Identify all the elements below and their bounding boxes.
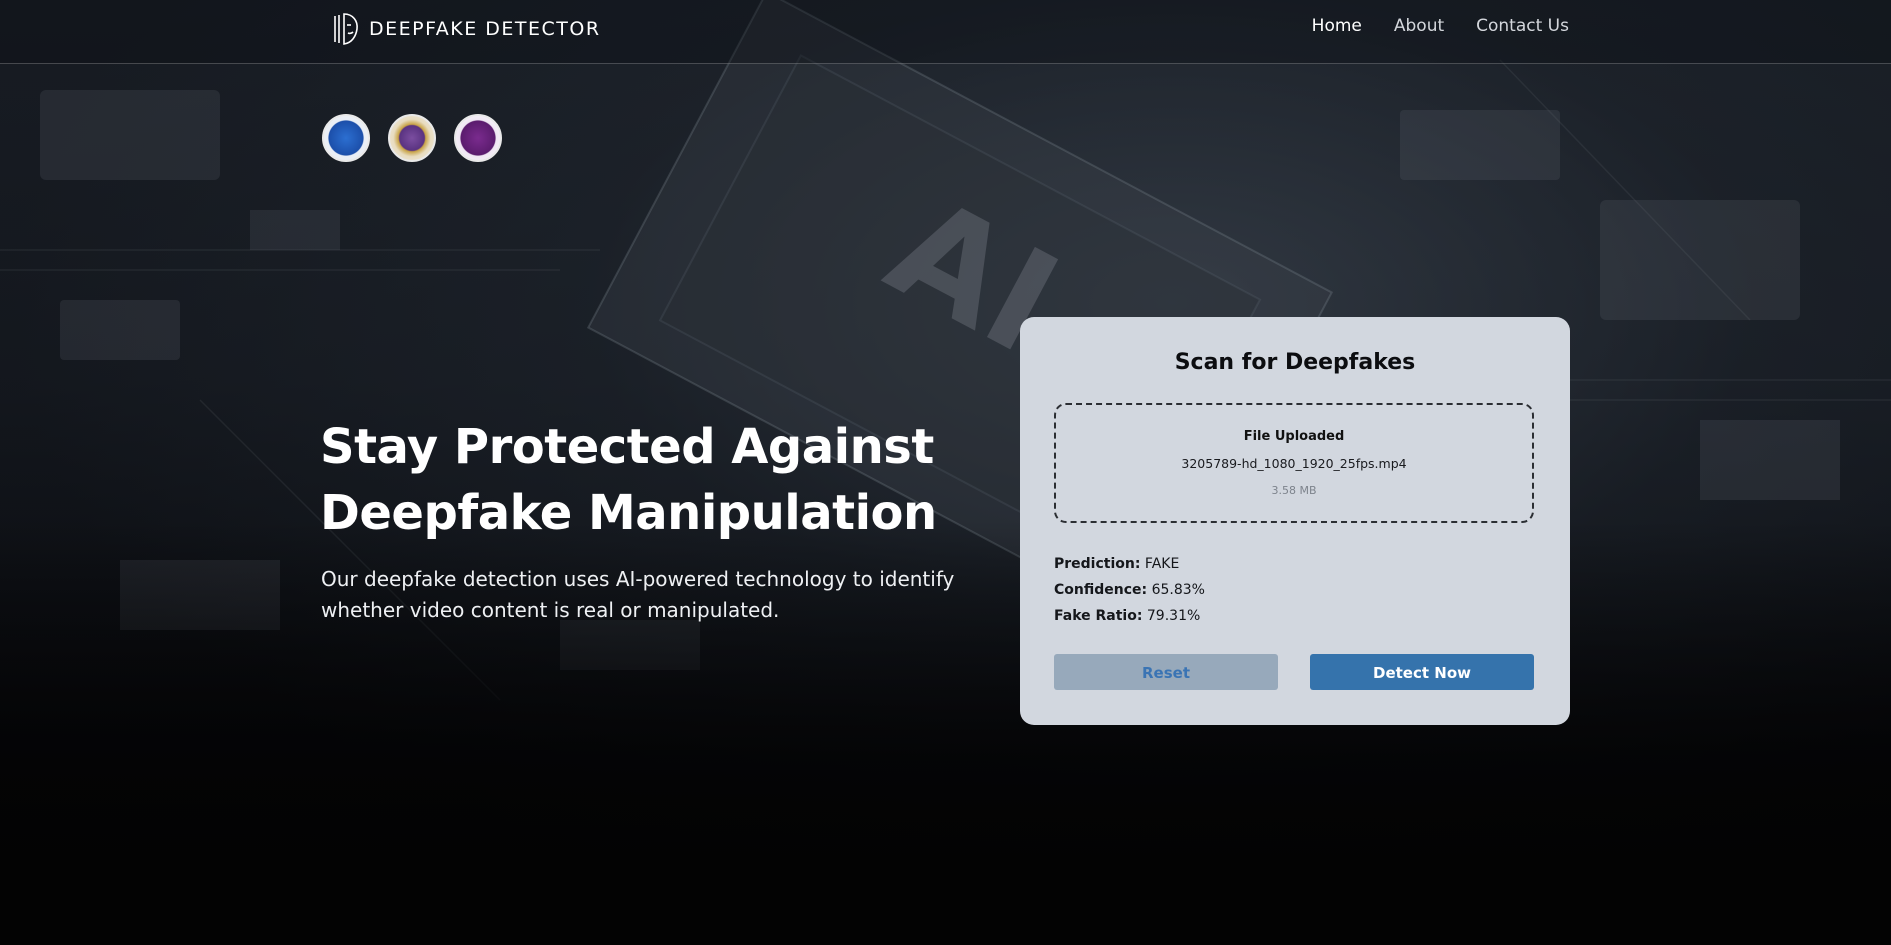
fake-ratio-label: Fake Ratio:: [1054, 608, 1143, 624]
university-seal-blue-icon: [322, 114, 370, 162]
file-dropzone[interactable]: File Uploaded 3205789-hd_1080_1920_25fps…: [1054, 403, 1534, 523]
upload-status-label: File Uploaded: [1243, 429, 1345, 444]
institution-logos: [322, 114, 502, 162]
hero-subtitle: Our deepfake detection uses AI-powered t…: [321, 564, 981, 626]
uploaded-file-size: 3.58 MB: [1271, 484, 1317, 497]
prediction-row: Prediction: FAKE: [1054, 551, 1205, 577]
prediction-label: Prediction:: [1054, 556, 1141, 572]
hero-title: Stay Protected Against Deepfake Manipula…: [320, 414, 960, 546]
confidence-row: Confidence: 65.83%: [1054, 577, 1205, 603]
top-navbar: DEEPFAKE DETECTOR Home About Contact Us: [0, 0, 1891, 64]
reset-button[interactable]: Reset: [1054, 654, 1278, 690]
main-nav: Home About Contact Us: [1312, 16, 1569, 36]
fake-ratio-value: 79.31%: [1146, 608, 1201, 624]
brand-name: DEEPFAKE DETECTOR: [369, 18, 601, 40]
hero-subtitle-line-2: whether video content is real or manipul…: [321, 598, 780, 622]
hero-title-line-1: Stay Protected Against: [320, 419, 934, 475]
scan-card: Scan for Deepfakes File Uploaded 3205789…: [1020, 317, 1570, 725]
confidence-value: 65.83%: [1151, 582, 1205, 598]
scan-card-title: Scan for Deepfakes: [1174, 350, 1416, 375]
face-outline-icon: [334, 13, 358, 45]
nav-about[interactable]: About: [1394, 16, 1444, 36]
college-seal-gold-icon: [388, 114, 436, 162]
fake-ratio-row: Fake Ratio: 79.31%: [1054, 603, 1205, 629]
hero-subtitle-line-1: Our deepfake detection uses AI-powered t…: [321, 567, 955, 591]
detection-results: Prediction: FAKE Confidence: 65.83% Fake…: [1054, 551, 1205, 629]
nav-contact-us[interactable]: Contact Us: [1476, 16, 1569, 36]
uploaded-file-name: 3205789-hd_1080_1920_25fps.mp4: [1181, 456, 1407, 471]
brand-logo[interactable]: DEEPFAKE DETECTOR: [333, 12, 601, 46]
detect-now-button[interactable]: Detect Now: [1310, 654, 1534, 690]
hero-title-line-2: Deepfake Manipulation: [320, 485, 937, 541]
prediction-value: FAKE: [1144, 556, 1180, 572]
engineering-seal-purple-icon: [454, 114, 502, 162]
nav-home[interactable]: Home: [1312, 16, 1362, 36]
confidence-label: Confidence:: [1054, 582, 1148, 598]
